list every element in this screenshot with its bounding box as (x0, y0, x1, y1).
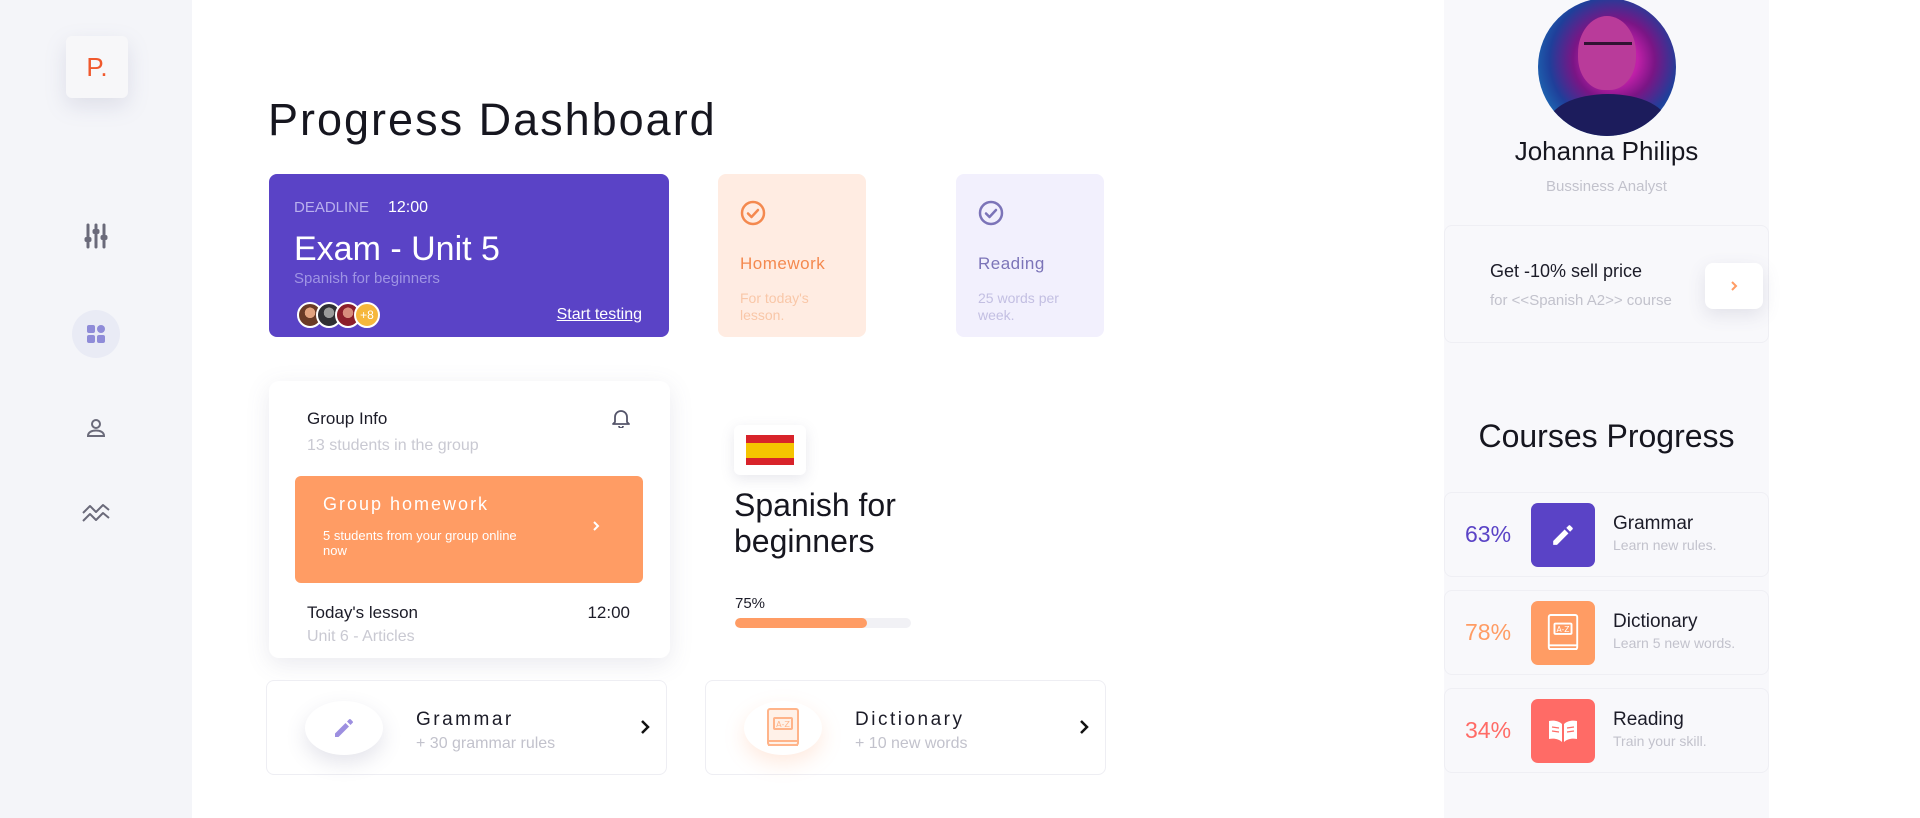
open-book-icon (1549, 720, 1577, 742)
grammar-card[interactable]: Grammar + 30 grammar rules (266, 680, 667, 775)
promo-card: Get -10% sell price for <<Spanish A2>> c… (1444, 225, 1769, 343)
chevron-right-icon (1731, 281, 1738, 291)
homework-title: Homework (740, 254, 826, 273)
sidebar: P. (0, 0, 192, 818)
course-row-subtitle: Learn new rules. (1613, 537, 1717, 553)
course-progress-label: 75% (735, 595, 766, 612)
right-panel: Johanna Philips Bussiness Analyst Get -1… (1444, 0, 1769, 818)
user-icon (86, 419, 106, 437)
group-homework-button[interactable]: Group homework 5 students from your grou… (295, 476, 643, 583)
svg-text:A-Z: A-Z (1557, 625, 1570, 634)
check-circle-icon (978, 200, 1004, 226)
logo-text: P. (86, 51, 108, 82)
homework-card[interactable]: Homework For today's lesson. (718, 174, 866, 337)
dictionary-icon-wrap: A-Z (1531, 601, 1595, 665)
course-row-reading[interactable]: 34% Reading Train your skill. (1444, 688, 1769, 773)
chevron-right-icon (641, 720, 650, 734)
pencil-icon (1553, 525, 1573, 545)
grammar-icon-wrap (1531, 503, 1595, 567)
reading-card[interactable]: Reading 25 words per week. (956, 174, 1104, 337)
course-row-grammar[interactable]: 63% Grammar Learn new rules. (1444, 492, 1769, 577)
homework-subtitle: For today's lesson. (740, 290, 809, 323)
dictionary-icon-wrap: A-Z (744, 701, 822, 755)
nav-stats[interactable] (72, 488, 120, 536)
group-homework-subtitle: 5 students from your group online now (323, 528, 517, 558)
trend-chart-icon (82, 504, 110, 522)
course-percent: 78% (1465, 619, 1512, 645)
profile-avatar[interactable] (1538, 0, 1676, 136)
exam-card: DEADLINE 12:00 Exam - Unit 5 Spanish for… (269, 174, 669, 337)
start-testing-link[interactable]: Start testing (557, 306, 642, 324)
group-info-subtitle: 13 students in the group (307, 437, 479, 454)
dictionary-book-icon: A-Z (767, 708, 799, 746)
dictionary-card-subtitle: + 10 new words (855, 735, 968, 752)
page-title: Progress Dashboard (268, 94, 717, 145)
dictionary-book-icon: A-Z (1547, 614, 1579, 651)
sliders-icon (84, 223, 108, 249)
course-row-dictionary[interactable]: 78% A-Z Dictionary Learn 5 new words. (1444, 590, 1769, 675)
course-row-title: Dictionary (1613, 611, 1698, 632)
group-homework-title: Group homework (323, 494, 490, 514)
course-row-title: Reading (1613, 709, 1684, 730)
reading-subtitle: 25 words per week. (978, 290, 1059, 323)
nav-dashboard[interactable] (72, 310, 120, 358)
dictionary-card-title: Dictionary (855, 709, 965, 730)
group-info-card: Group Info 13 students in the group Grou… (269, 381, 670, 658)
dictionary-card[interactable]: A-Z Dictionary + 10 new words (705, 680, 1106, 775)
svg-text:A-Z: A-Z (776, 720, 790, 729)
course-title: Spanish for beginners (734, 487, 896, 559)
course-row-subtitle: Learn 5 new words. (1613, 635, 1736, 651)
dashboard-grid-icon (87, 325, 105, 343)
grammar-card-title: Grammar (416, 709, 514, 730)
deadline-label: DEADLINE (294, 199, 370, 216)
exam-subtitle: Spanish for beginners (294, 270, 440, 287)
nav-sliders[interactable] (72, 212, 120, 260)
course-percent: 34% (1465, 717, 1512, 743)
logo[interactable]: P. (66, 36, 128, 98)
course-progress-fill (735, 618, 867, 628)
todays-lesson-title: Today's lesson (307, 603, 418, 622)
reading-icon-wrap (1531, 699, 1595, 763)
promo-title: Get -10% sell price (1490, 261, 1643, 281)
chevron-right-icon (1080, 720, 1089, 734)
chevron-right-icon (593, 521, 600, 531)
check-circle-icon (740, 200, 766, 226)
promo-button[interactable] (1705, 263, 1763, 309)
todays-lesson-subtitle: Unit 6 - Articles (307, 628, 415, 645)
exam-title: Exam - Unit 5 (294, 230, 500, 268)
deadline-time: 12:00 (388, 199, 429, 216)
course-row-title: Grammar (1613, 513, 1694, 534)
profile-role: Bussiness Analyst (1546, 178, 1667, 195)
todays-lesson-time: 12:00 (587, 603, 630, 622)
course-progress-bar (735, 618, 911, 628)
bell-icon[interactable] (612, 408, 630, 428)
spain-flag-icon (746, 435, 794, 465)
nav-profile[interactable] (72, 404, 120, 452)
participant-avatars: +8 (297, 302, 380, 328)
grammar-card-subtitle: + 30 grammar rules (416, 735, 556, 752)
courses-progress-title: Courses Progress (1478, 418, 1735, 454)
reading-title: Reading (978, 254, 1045, 273)
pencil-icon (335, 719, 353, 737)
course-row-subtitle: Train your skill. (1613, 733, 1707, 749)
grammar-icon-wrap (305, 701, 383, 755)
promo-subtitle: for <<Spanish A2>> course (1490, 292, 1672, 309)
course-flag (734, 425, 806, 475)
more-participants-badge: +8 (354, 302, 380, 328)
group-info-title: Group Info (307, 409, 388, 428)
course-percent: 63% (1465, 521, 1512, 547)
profile-name: Johanna Philips (1514, 136, 1699, 166)
